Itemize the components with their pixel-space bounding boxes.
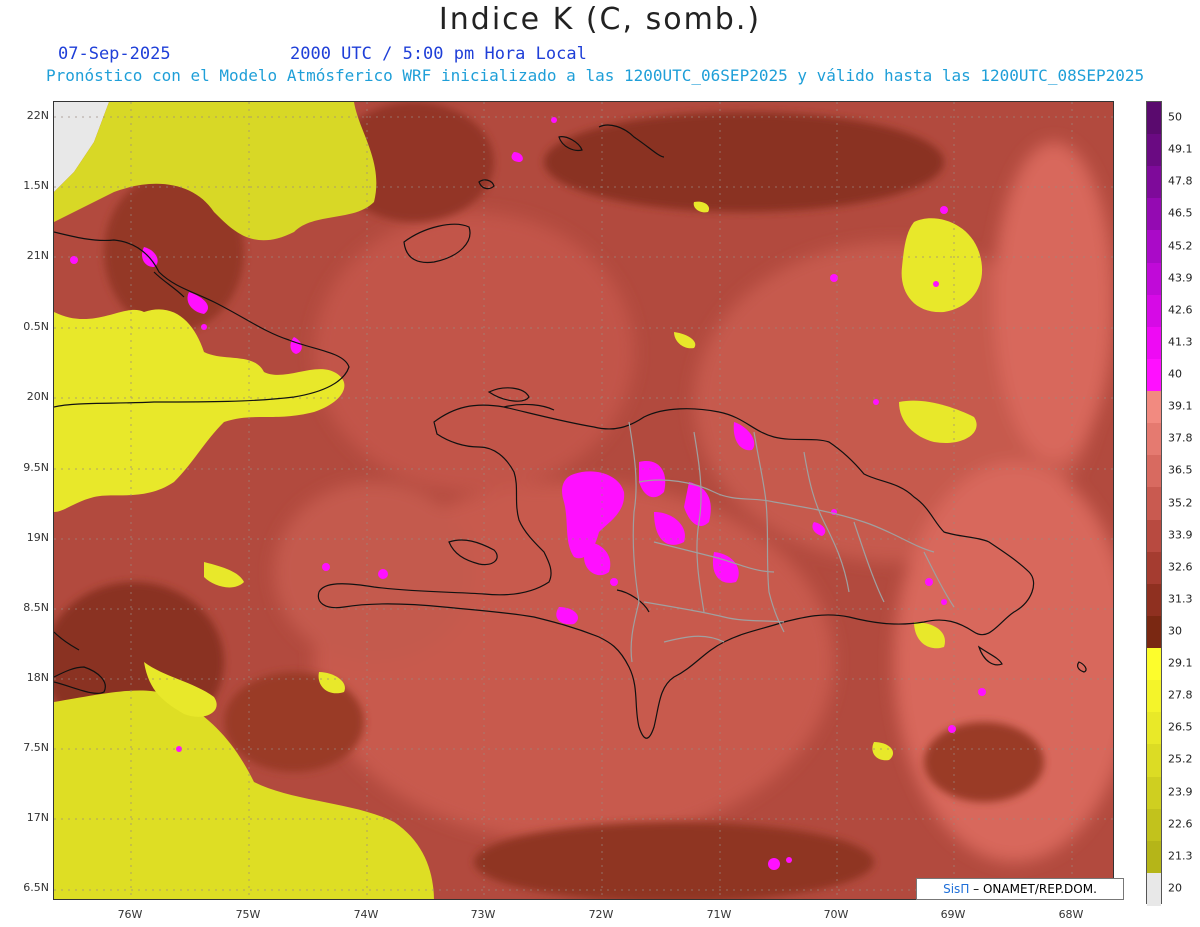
colorbar-swatch [1147, 166, 1161, 200]
forecast-subtitle: Pronóstico con el Modelo Atmósferico WRF… [46, 66, 1145, 85]
lon-label: 75W [235, 908, 261, 921]
credit-text: – ONAMET/REP.DOM. [973, 882, 1097, 896]
colorbar-swatch [1147, 262, 1161, 296]
lat-label: 0.5N [23, 320, 49, 333]
map-svg [54, 102, 1113, 899]
colorbar-label: 37.8 [1168, 431, 1193, 445]
colorbar-swatch [1147, 391, 1161, 425]
colorbar-label: 27.8 [1168, 688, 1193, 702]
colorbar-swatch [1147, 455, 1161, 489]
colorbar-label: 23.9 [1168, 785, 1193, 799]
colorbar-swatch [1147, 615, 1161, 649]
lat-label: 21N [26, 249, 49, 262]
colorbar-swatch [1147, 551, 1161, 585]
lon-label: 73W [470, 908, 496, 921]
colorbar-label: 43.9 [1168, 271, 1193, 285]
colorbar-label: 45.2 [1168, 239, 1193, 253]
colorbar-label: 40 [1168, 367, 1182, 381]
credit-box: SisΠ – ONAMET/REP.DOM. [916, 878, 1124, 900]
colorbar-label: 36.5 [1168, 463, 1193, 477]
lat-label: 9.5N [23, 461, 49, 474]
colorbar-label: 46.5 [1168, 206, 1193, 220]
colorbar-swatch [1147, 776, 1161, 810]
k-index-map [53, 101, 1114, 900]
lon-label: 74W [353, 908, 379, 921]
colorbar-label: 42.6 [1168, 303, 1193, 317]
colorbar-swatch [1147, 808, 1161, 842]
colorbar-swatch [1147, 840, 1161, 874]
colorbar-swatch [1147, 294, 1161, 328]
colorbar-swatch [1147, 680, 1161, 714]
colorbar-swatch [1147, 134, 1161, 168]
lat-label: 22N [26, 109, 49, 122]
colorbar-label: 39.1 [1168, 399, 1193, 413]
lat-label: 7.5N [23, 741, 49, 754]
colorbar-swatch [1147, 326, 1161, 360]
forecast-time: 2000 UTC / 5:00 pm Hora Local [290, 44, 587, 64]
colorbar-swatch [1147, 583, 1161, 617]
colorbar-label: 26.5 [1168, 720, 1193, 734]
colorbar-swatch [1147, 872, 1161, 906]
colorbar-label: 22.6 [1168, 817, 1193, 831]
colorbar-swatch [1147, 648, 1161, 682]
colorbar-label: 47.8 [1168, 174, 1193, 188]
lon-label: 76W [117, 908, 143, 921]
colorbar-label: 30 [1168, 624, 1182, 638]
forecast-date: 07-Sep-2025 [58, 44, 171, 64]
lat-label: 17N [26, 811, 49, 824]
colorbar-swatch [1147, 423, 1161, 457]
colorbar-label: 29.1 [1168, 656, 1193, 670]
colorbar-label: 49.1 [1168, 142, 1193, 156]
colorbar-swatch [1147, 102, 1161, 135]
colorbar-swatch [1147, 358, 1161, 392]
lat-label: 8.5N [23, 601, 49, 614]
credit-brand: SisΠ [943, 882, 970, 896]
colorbar-swatch [1147, 519, 1161, 553]
lat-label: 6.5N [23, 881, 49, 894]
colorbar-swatch [1147, 230, 1161, 264]
colorbar [1146, 101, 1162, 906]
lon-label: 70W [823, 908, 849, 921]
lon-label: 71W [706, 908, 732, 921]
colorbar-label: 35.2 [1168, 496, 1193, 509]
lat-label: 1.5N [23, 179, 49, 192]
lon-label: 69W [940, 908, 966, 921]
lon-label: 72W [588, 908, 614, 921]
colorbar-label: 20 [1168, 881, 1182, 895]
colorbar-label: 32.6 [1168, 560, 1193, 574]
colorbar-label: 41.3 [1168, 335, 1193, 349]
colorbar-swatch [1147, 712, 1161, 746]
colorbar-swatch [1147, 198, 1161, 232]
colorbar-label: 25.2 [1168, 752, 1193, 766]
lon-label: 68W [1058, 908, 1084, 921]
colorbar-label: 21.3 [1168, 849, 1193, 863]
colorbar-label: 33.9 [1168, 528, 1193, 542]
colorbar-swatch [1147, 487, 1161, 521]
colorbar-label: 50 [1168, 110, 1182, 124]
lat-label: 18N [26, 671, 49, 684]
colorbar-label: 31.3 [1168, 592, 1193, 606]
lat-label: 20N [26, 390, 49, 403]
colorbar-swatch [1147, 744, 1161, 778]
lat-label: 19N [26, 531, 49, 544]
map-title: Indice K (C, somb.) [438, 2, 762, 37]
